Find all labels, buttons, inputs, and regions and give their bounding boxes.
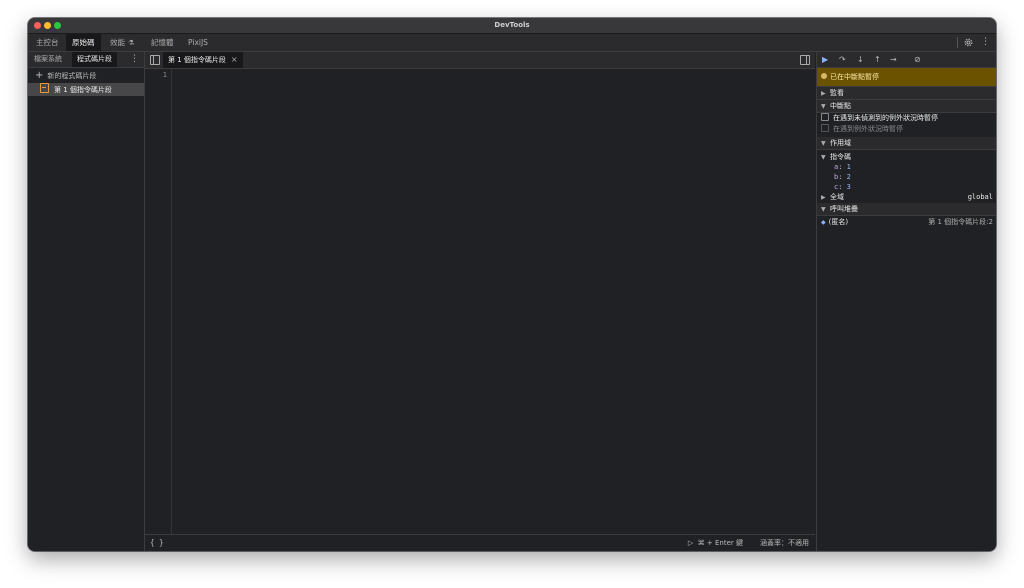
watch-section-header[interactable]: ▶ 監看 bbox=[817, 87, 996, 100]
editor-status-bar: { } ▷ ⌘ + Enter 鍵 涵蓋率：不適用 bbox=[145, 534, 815, 551]
zoom-window-button[interactable] bbox=[54, 22, 61, 29]
tab-memory[interactable]: 記憶體 bbox=[151, 34, 174, 51]
debugger-toolbar: ▶ ↷ ↓ ↑ → ⊘ bbox=[817, 52, 996, 68]
call-stack-label: 呼叫堆疊 bbox=[830, 205, 858, 213]
pause-caught-checkbox[interactable] bbox=[821, 124, 829, 132]
deactivate-breakpoints-icon[interactable]: ⊘ bbox=[914, 53, 921, 66]
toggle-navigator-icon[interactable] bbox=[150, 55, 160, 65]
call-frame-location[interactable]: 第 1 個指令碼片段:2 bbox=[928, 216, 993, 228]
editor-pane: 第 1 個指令碼片段 × 1 { } ▷ ⌘ + Enter 鍵 涵蓋率：不適用 bbox=[145, 52, 815, 551]
debugger-sidebar: ▶ ↷ ↓ ↑ → ⊘ 已在中斷點暫停 ▶ 監看 ▼ 中斷點 在遇到未偵測到的例外狀… bbox=[816, 52, 996, 551]
step-out-icon[interactable]: ↑ bbox=[874, 53, 881, 66]
variable-value: 1 bbox=[846, 163, 851, 171]
run-snippet-button[interactable]: ▷ ⌘ + Enter 鍵 bbox=[688, 535, 743, 551]
editor-tab-bar: 第 1 個指令碼片段 × bbox=[145, 52, 815, 69]
pause-uncaught-checkbox[interactable] bbox=[821, 113, 829, 121]
step-icon[interactable]: → bbox=[890, 53, 897, 66]
snippet-item-label: 第 1 個指令碼片段 bbox=[54, 86, 112, 94]
call-frame[interactable]: ◆ (匿名) 第 1 個指令碼片段:2 bbox=[817, 216, 996, 228]
pause-uncaught-option[interactable]: 在遇到未偵測到的例外狀況時暫停 bbox=[817, 113, 996, 124]
variable-value: 2 bbox=[846, 173, 851, 181]
paused-message: 已在中斷點暫停 bbox=[830, 73, 879, 81]
resume-icon[interactable]: ▶ bbox=[822, 53, 828, 66]
call-frame-name: (匿名) bbox=[828, 218, 849, 226]
new-snippet-button[interactable]: + 新的程式碼片段 bbox=[28, 68, 144, 83]
info-icon bbox=[821, 73, 827, 79]
variable-name: b bbox=[834, 173, 839, 181]
navigator-pane: 檔案系統 程式碼片段 ⋮ + 新的程式碼片段 第 1 個指令碼片段 bbox=[28, 52, 145, 551]
snippet-item[interactable]: 第 1 個指令碼片段 bbox=[28, 83, 144, 96]
navigator-tabs: 檔案系統 程式碼片段 ⋮ bbox=[28, 52, 144, 68]
close-tab-icon[interactable]: × bbox=[231, 55, 238, 64]
expanded-triangle-icon: ▼ bbox=[821, 206, 826, 213]
scope-variable[interactable]: a: 1 bbox=[817, 162, 996, 172]
run-shortcut: ⌘ + Enter 鍵 bbox=[697, 539, 743, 547]
tab-sources[interactable]: 原始碼 bbox=[66, 34, 101, 51]
main-tab-bar: 主控台 原始碼 效能 ⚗ 記憶體 PixiJS ⋮ bbox=[28, 34, 996, 52]
scope-variable[interactable]: b: 2 bbox=[817, 172, 996, 182]
paused-banner: 已在中斷點暫停 bbox=[817, 68, 996, 87]
scope-variable[interactable]: c: 3 bbox=[817, 182, 996, 192]
line-number: 1 bbox=[162, 71, 167, 79]
play-icon: ▷ bbox=[687, 539, 694, 547]
pause-uncaught-label: 在遇到未偵測到的例外狀況時暫停 bbox=[833, 114, 938, 122]
toggle-debugger-icon[interactable] bbox=[800, 55, 810, 65]
tab-console[interactable]: 主控台 bbox=[36, 34, 59, 51]
step-into-icon[interactable]: ↓ bbox=[857, 53, 864, 66]
breakpoints-section-header[interactable]: ▼ 中斷點 bbox=[817, 100, 996, 113]
expanded-triangle-icon: ▼ bbox=[821, 140, 826, 147]
step-over-icon[interactable]: ↷ bbox=[839, 53, 846, 66]
gear-icon[interactable] bbox=[963, 37, 974, 48]
title-bar: DevTools bbox=[28, 18, 996, 34]
watch-label: 監看 bbox=[830, 89, 844, 97]
scope-script-label: 指令碼 bbox=[830, 153, 851, 161]
pause-caught-option[interactable]: 在遇到例外狀況時暫停 bbox=[817, 124, 996, 135]
tab-snippets[interactable]: 程式碼片段 bbox=[72, 52, 117, 67]
pretty-print-button[interactable]: { } bbox=[150, 535, 164, 551]
minimize-window-button[interactable] bbox=[44, 22, 51, 29]
toolbar-divider bbox=[957, 37, 958, 48]
scope-global-row[interactable]: ▶ 全域 global bbox=[817, 192, 996, 202]
snippet-file-icon bbox=[40, 83, 49, 93]
close-window-button[interactable] bbox=[34, 22, 41, 29]
editor-tab-label: 第 1 個指令碼片段 bbox=[168, 56, 226, 64]
expanded-triangle-icon: ▼ bbox=[821, 103, 826, 110]
plus-icon: + bbox=[35, 70, 44, 81]
line-gutter: 1 bbox=[145, 69, 172, 534]
call-stack-section-header[interactable]: ▼ 呼叫堆疊 bbox=[817, 203, 996, 216]
scope-section-header[interactable]: ▼ 作用域 bbox=[817, 137, 996, 150]
variable-name: c bbox=[834, 183, 839, 191]
window-title: DevTools bbox=[494, 21, 530, 29]
scope-label: 作用域 bbox=[830, 139, 851, 147]
scope-global-label: 全域 bbox=[830, 193, 844, 201]
collapsed-triangle-icon: ▶ bbox=[821, 194, 826, 201]
new-snippet-label: 新的程式碼片段 bbox=[47, 72, 97, 80]
tab-performance-label: 效能 bbox=[110, 38, 125, 47]
navigator-more-icon[interactable]: ⋮ bbox=[130, 52, 139, 67]
flask-icon: ⚗ bbox=[128, 39, 135, 47]
more-options-icon[interactable]: ⋮ bbox=[981, 34, 990, 51]
breakpoints-label: 中斷點 bbox=[830, 102, 851, 110]
variable-name: a bbox=[834, 163, 839, 171]
tab-filesystem[interactable]: 檔案系統 bbox=[34, 52, 62, 67]
tab-performance[interactable]: 效能 ⚗ bbox=[110, 34, 134, 51]
coverage-status: 涵蓋率：不適用 bbox=[760, 539, 809, 547]
devtools-window: DevTools 主控台 原始碼 效能 ⚗ 記憶體 PixiJS ⋮ 檔案系統 程… bbox=[28, 18, 996, 551]
variable-value: 3 bbox=[846, 183, 851, 191]
expanded-triangle-icon: ▼ bbox=[821, 154, 826, 161]
pause-caught-label: 在遇到例外狀況時暫停 bbox=[833, 125, 903, 133]
global-value: global bbox=[967, 193, 993, 201]
editor-tab[interactable]: 第 1 個指令碼片段 × bbox=[163, 52, 243, 68]
current-frame-icon: ◆ bbox=[821, 219, 826, 226]
collapsed-triangle-icon: ▶ bbox=[821, 90, 826, 97]
tab-pixijs[interactable]: PixiJS bbox=[188, 34, 208, 51]
scope-script-row[interactable]: ▼ 指令碼 bbox=[817, 152, 996, 162]
